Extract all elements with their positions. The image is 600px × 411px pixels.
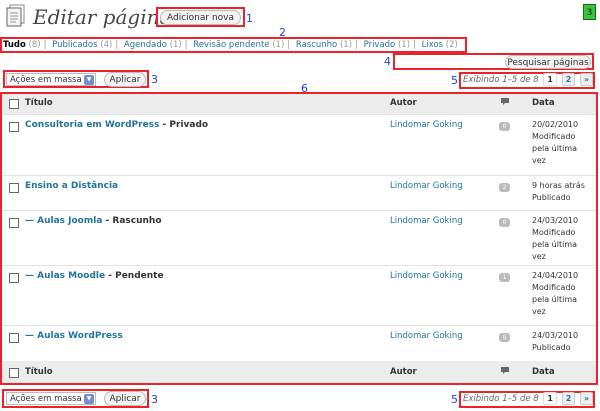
chevron-down-icon: ▼ xyxy=(84,394,94,404)
pagination-bottom: Exibindo 1–5 de 8 1 2 » xyxy=(463,392,594,406)
annotation-number-3-bottom: 3 xyxy=(151,393,158,406)
pagination-info: Exibindo 1–5 de 8 xyxy=(463,394,539,404)
annotation-number-5-top: 5 xyxy=(451,74,458,87)
page-2-link[interactable]: 2 xyxy=(561,73,576,86)
apply-button-bottom[interactable]: Aplicar xyxy=(104,391,146,406)
filter-private[interactable]: Privado xyxy=(364,40,396,50)
filter-trash[interactable]: Lixos xyxy=(422,40,444,50)
pages-icon xyxy=(5,4,27,28)
bulk-actions-select-top[interactable]: Ações em massa ▼ xyxy=(6,73,96,86)
filter-pending[interactable]: Revisão pendente xyxy=(193,40,269,50)
filter-all-count: (8) xyxy=(28,40,41,50)
chevron-down-icon: ▼ xyxy=(84,75,94,85)
filter-private-count: (1) xyxy=(397,40,411,50)
pagination-top: Exibindo 1–5 de 8 1 2 » xyxy=(463,73,594,87)
annotation-number-4: 4 xyxy=(384,55,391,68)
annotation-number-5-bottom: 5 xyxy=(451,393,458,406)
filter-trash-count: (2) xyxy=(445,40,458,50)
search-pages-button[interactable]: Pesquisar páginas xyxy=(505,55,591,69)
filter-draft-count: (1) xyxy=(339,40,353,50)
page-2-link[interactable]: 2 xyxy=(561,392,576,405)
filter-scheduled-count: (1) xyxy=(169,40,182,50)
filter-pending-count: (1) xyxy=(272,40,285,50)
screen-options-badge[interactable]: 3 xyxy=(583,4,596,20)
next-page-link[interactable]: » xyxy=(579,392,594,405)
bulk-actions-select-bottom[interactable]: Ações em massa ▼ xyxy=(6,392,96,405)
annotation-number-3-top: 3 xyxy=(151,73,158,86)
next-page-link[interactable]: » xyxy=(579,73,594,86)
bulk-actions-selected: Ações em massa xyxy=(10,75,82,85)
annotation-number-1: 1 xyxy=(246,12,253,25)
filter-published-count: (4) xyxy=(100,40,113,50)
filter-published[interactable]: Publicados xyxy=(52,40,97,50)
filter-all[interactable]: Tudo xyxy=(3,40,26,50)
add-new-button[interactable]: Adicionar nova xyxy=(160,10,241,25)
filter-draft[interactable]: Rascunho xyxy=(296,40,337,50)
bulk-actions-selected: Ações em massa xyxy=(10,394,82,404)
status-filter-list: Tudo (8) | Publicados (4) | Agendado (1) | … xyxy=(3,40,458,50)
apply-button-top[interactable]: Aplicar xyxy=(104,72,146,87)
page-1-link[interactable]: 1 xyxy=(543,73,557,86)
annotation-box-6 xyxy=(0,92,598,385)
page-1-link[interactable]: 1 xyxy=(543,392,557,405)
pagination-info: Exibindo 1–5 de 8 xyxy=(463,75,539,85)
filter-scheduled[interactable]: Agendado xyxy=(124,40,167,50)
